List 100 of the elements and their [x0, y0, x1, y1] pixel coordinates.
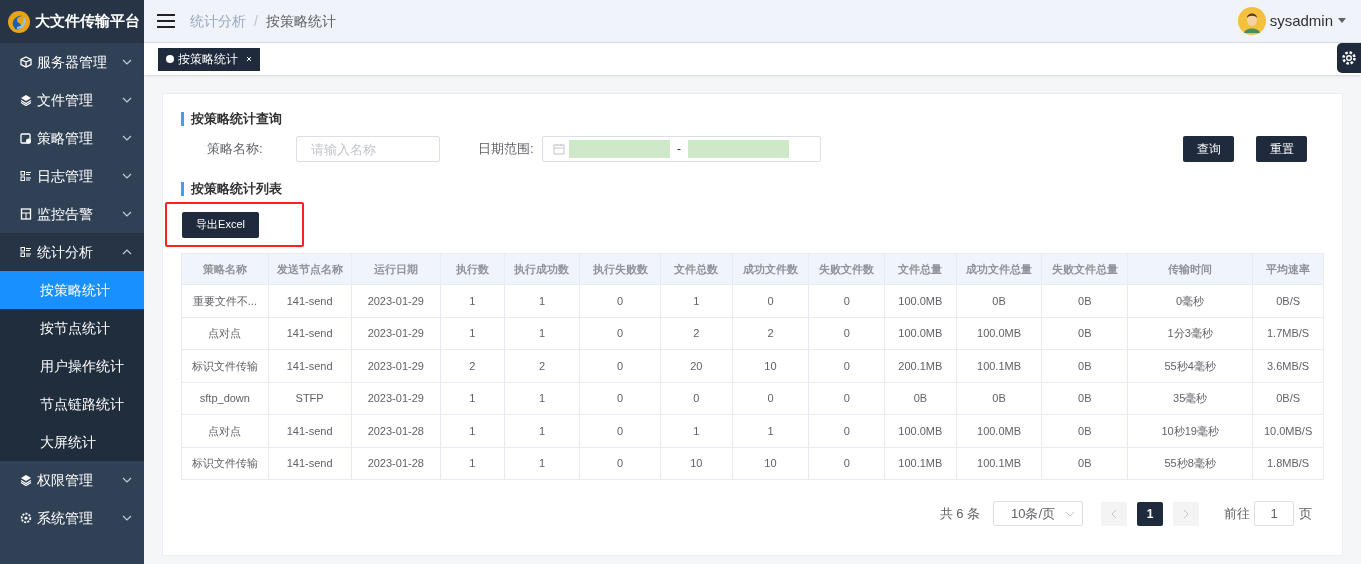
page-size-select[interactable]: 10条/页	[993, 501, 1083, 526]
date-range-field[interactable]: -	[542, 136, 821, 162]
table-cell: 100.0MB	[884, 284, 957, 317]
name-input[interactable]: 请输入名称	[296, 136, 440, 162]
table-cell: 3.6MB/S	[1252, 349, 1324, 382]
calendar-icon	[553, 143, 565, 155]
menu-item[interactable]: 统计分析	[0, 233, 144, 271]
table-cell: 0	[579, 317, 661, 350]
column-header: 执行成功数	[504, 253, 580, 285]
gear-icon	[20, 512, 32, 524]
table-cell: 0	[579, 414, 661, 447]
column-header: 文件总量	[884, 253, 957, 285]
table-cell: 1	[440, 317, 505, 350]
settings-button[interactable]	[1337, 43, 1361, 73]
close-icon[interactable]	[246, 56, 252, 62]
menu-item[interactable]: 日志管理	[0, 157, 144, 195]
cube-icon	[20, 56, 32, 68]
table-cell: 10	[732, 349, 809, 382]
chevron-right-icon	[1183, 508, 1189, 519]
table-cell: 55秒8毫秒	[1127, 447, 1253, 480]
table-cell: 10秒19毫秒	[1127, 414, 1253, 447]
table-cell: 20	[660, 349, 733, 382]
table-cell: 0B	[1041, 317, 1128, 350]
page-input[interactable]: 1	[1254, 501, 1294, 526]
table-cell: 0	[808, 447, 885, 480]
table-cell: 1	[660, 284, 733, 317]
column-header: 执行失败数	[579, 253, 661, 285]
user-name[interactable]: sysadmin	[1269, 9, 1333, 33]
menu-item[interactable]: 服务器管理	[0, 43, 144, 81]
goto-suffix: 页	[1299, 504, 1312, 523]
table-cell: 141-send	[268, 414, 351, 447]
total-count: 共 6 条	[939, 504, 980, 523]
table-cell: 100.0MB	[956, 317, 1042, 350]
column-header: 运行日期	[351, 253, 441, 285]
table-cell: 0	[732, 382, 809, 415]
table-cell: 100.0MB	[884, 317, 957, 350]
table-cell: 0	[579, 284, 661, 317]
table-cell: 0B	[884, 382, 957, 415]
column-header: 成功文件总量	[956, 253, 1042, 285]
breadcrumb-separator: /	[254, 11, 258, 31]
chevron-icon	[1065, 510, 1075, 517]
table-cell: 1	[660, 414, 733, 447]
table-cell: 1	[440, 284, 505, 317]
section-title: 按策略统计查询	[181, 112, 1324, 126]
table-cell: 2023-01-29	[351, 349, 441, 382]
table-cell: 1	[732, 414, 809, 447]
list-icon	[20, 170, 32, 182]
table-cell: 0	[808, 414, 885, 447]
table-cell: 2	[660, 317, 733, 350]
table-cell: 0	[732, 284, 809, 317]
chevron-icon	[122, 59, 132, 65]
table-cell: 标识文件传输	[181, 349, 269, 382]
table-cell: 标识文件传输	[181, 447, 269, 480]
table-cell: 100.1MB	[956, 349, 1042, 382]
menu-item[interactable]: 监控告警	[0, 195, 144, 233]
table-cell: 1	[440, 447, 505, 480]
table-cell: 0B	[956, 284, 1042, 317]
column-header: 执行数	[440, 253, 505, 285]
table-cell: sftp_down	[181, 382, 269, 415]
table-cell: 0	[808, 317, 885, 350]
column-header: 文件总数	[660, 253, 733, 285]
table-cell: 0毫秒	[1127, 284, 1253, 317]
table-cell: 100.0MB	[884, 414, 957, 447]
chevron-icon	[122, 173, 132, 179]
page-button[interactable]: 1	[1137, 501, 1163, 526]
table-cell: 0B	[1041, 284, 1128, 317]
range-separator: -	[676, 141, 682, 158]
table-cell: 100.0MB	[956, 414, 1042, 447]
menu-item[interactable]: 策略管理	[0, 119, 144, 157]
submenu-item[interactable]: 按节点统计	[0, 309, 144, 347]
reset-button[interactable]: 重置	[1256, 136, 1307, 162]
table-cell: 0	[660, 382, 733, 415]
table-cell: 1	[504, 382, 580, 415]
menu-item[interactable]: 系统管理	[0, 499, 144, 537]
table-cell: 1	[504, 447, 580, 480]
table-cell: 1	[440, 382, 505, 415]
table-cell: 10	[660, 447, 733, 480]
page-tab[interactable]: 按策略统计	[158, 47, 260, 71]
menu-icon[interactable]	[156, 13, 176, 29]
caret-icon[interactable]	[1337, 18, 1347, 24]
query-button[interactable]: 查询	[1183, 136, 1234, 162]
column-header: 失败文件数	[808, 253, 885, 285]
table-cell: 0B	[1041, 447, 1128, 480]
menu-item[interactable]: 文件管理	[0, 81, 144, 119]
submenu-item[interactable]: 用户操作统计	[0, 347, 144, 385]
table-cell: 0B	[1041, 414, 1128, 447]
avatar-icon[interactable]	[1237, 7, 1266, 35]
table-cell: 1分3毫秒	[1127, 317, 1253, 350]
menu-item[interactable]: 权限管理	[0, 461, 144, 499]
chevron-icon	[122, 249, 132, 255]
submenu-item[interactable]: 节点链路统计	[0, 385, 144, 423]
settings-icon	[1341, 50, 1357, 66]
table-cell: 0B	[1041, 382, 1128, 415]
export-button[interactable]: 导出Excel	[182, 211, 259, 238]
submenu-item[interactable]: 大屏统计	[0, 423, 144, 461]
table-cell: STFP	[268, 382, 351, 415]
column-header: 策略名称	[181, 253, 269, 285]
table-cell: 0B	[956, 382, 1042, 415]
field-label: 日期范围:	[478, 140, 535, 159]
table-cell: 141-send	[268, 447, 351, 480]
